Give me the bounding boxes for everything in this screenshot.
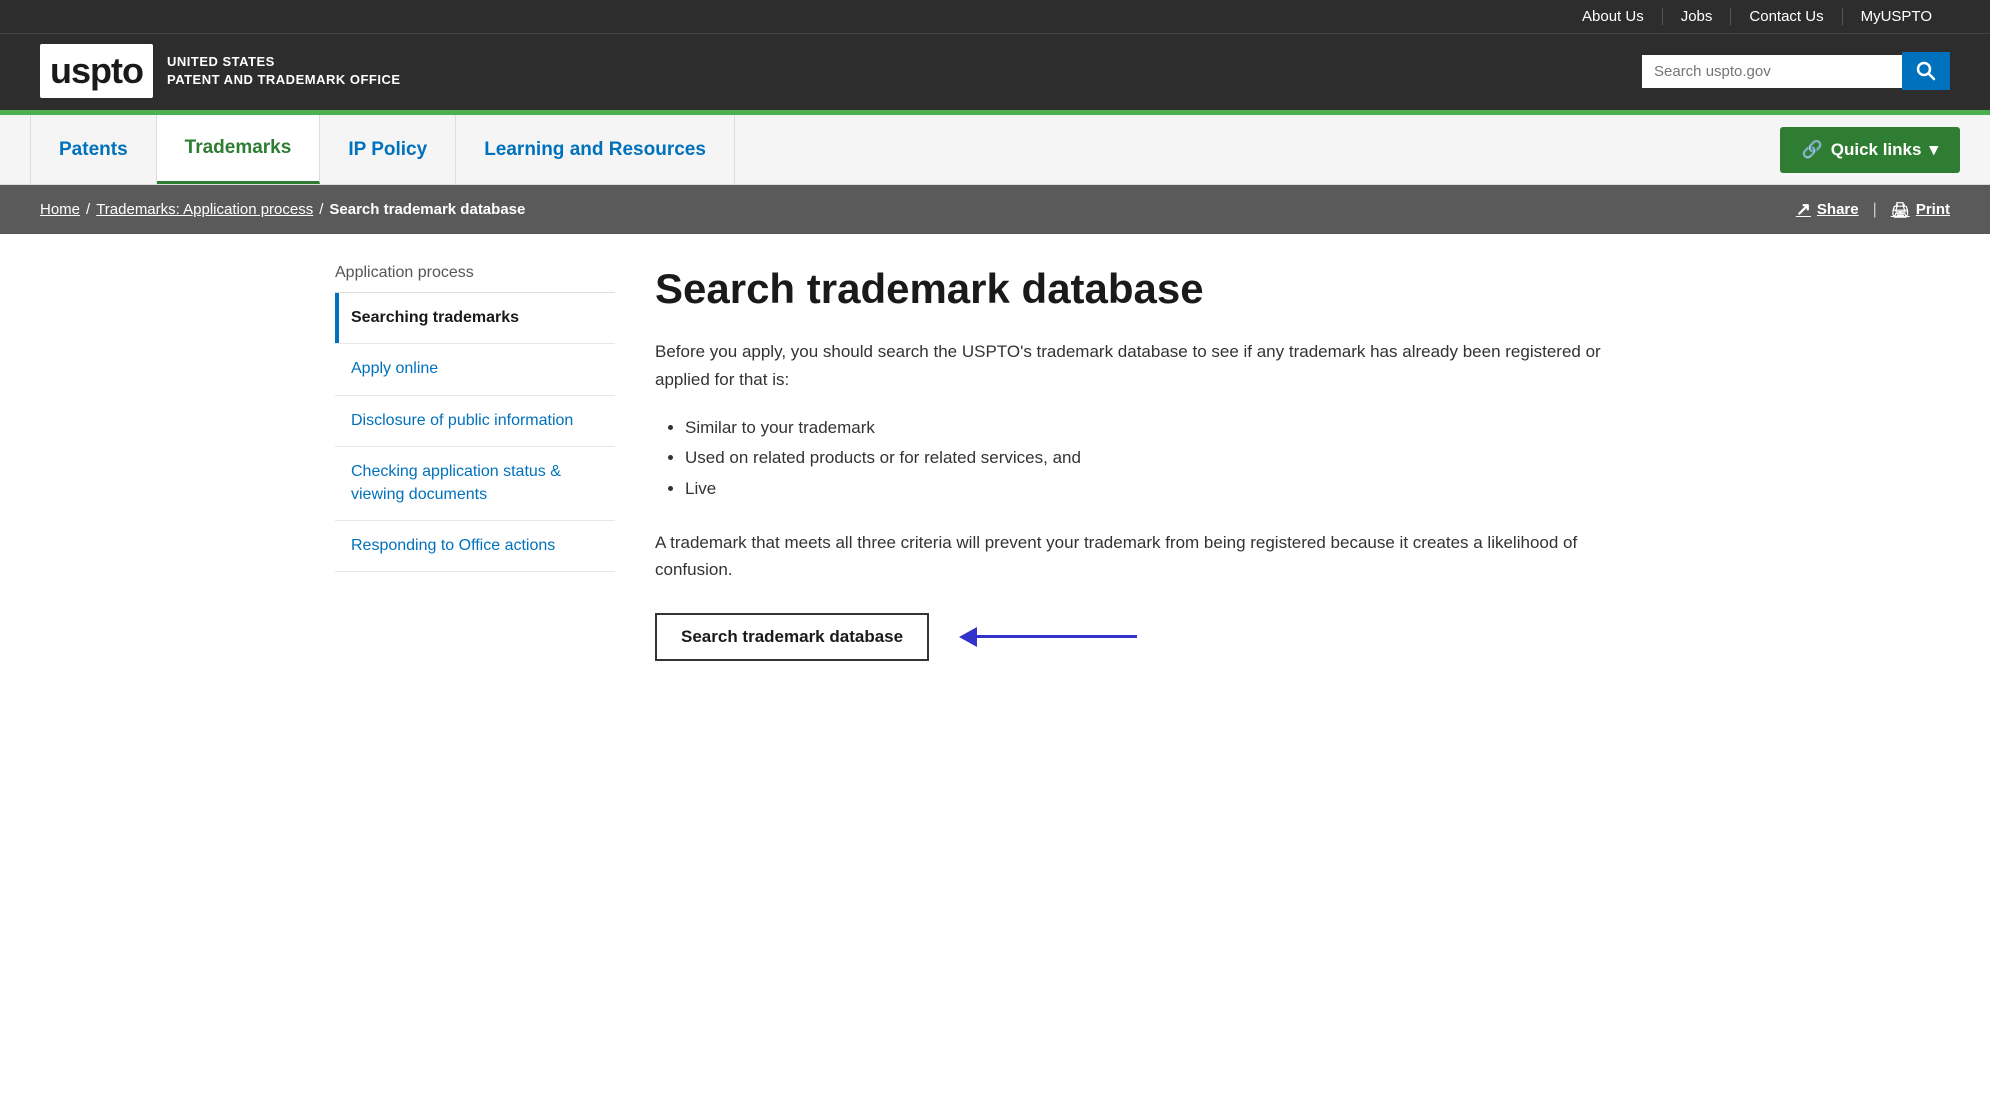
sidebar-item-disclosure[interactable]: Disclosure of public information [335,396,615,447]
search-input[interactable] [1642,55,1902,88]
search-db-area: Search trademark database [655,613,1655,661]
sidebar-item-checking-status[interactable]: Checking application status & viewing do… [335,447,615,521]
sidebar-link-searching-trademarks[interactable]: Searching trademarks [335,293,615,343]
arrow-indicator [959,627,1137,647]
criteria-list: Similar to your trademark Used on relate… [655,413,1655,505]
content-wrapper: Application process Searching trademarks… [295,234,1695,691]
logo-tagline: UNITED STATES PATENT AND TRADEMARK OFFIC… [167,53,401,89]
sidebar-link-office-actions[interactable]: Responding to Office actions [335,521,615,571]
site-header: uspto UNITED STATES PATENT AND TRADEMARK… [0,33,1990,110]
sidebar-nav: Searching trademarks Apply online Disclo… [335,292,615,572]
quick-links-button[interactable]: 🔗 Quick links ▾ [1780,127,1960,173]
sidebar-item-office-actions[interactable]: Responding to Office actions [335,521,615,572]
criteria-item-1: Similar to your trademark [685,413,1655,444]
link-icon: 🔗 [1802,140,1823,160]
sidebar: Application process Searching trademarks… [335,264,615,661]
chevron-down-icon: ▾ [1929,140,1938,160]
page-title: Search trademark database [655,264,1655,314]
sidebar-link-apply-online[interactable]: Apply online [335,344,615,394]
sidebar-item-apply-online[interactable]: Apply online [335,344,615,395]
search-db-button[interactable]: Search trademark database [655,613,929,661]
nav-trademarks[interactable]: Trademarks [157,115,321,184]
breadcrumb-current: Search trademark database [329,201,525,218]
breadcrumb-actions: ↗ Share | 🖨 Print [1796,199,1950,220]
action-separator: | [1873,201,1877,219]
utility-bar: About Us Jobs Contact Us MyUSPTO [0,0,1990,33]
conclusion-text: A trademark that meets all three criteri… [655,529,1655,583]
nav-ip-policy[interactable]: IP Policy [320,115,456,184]
nav-patents[interactable]: Patents [30,115,157,184]
logo-area: uspto UNITED STATES PATENT AND TRADEMARK… [40,44,401,98]
share-button[interactable]: ↗ Share [1796,199,1859,220]
sidebar-link-checking-status[interactable]: Checking application status & viewing do… [335,447,615,520]
sidebar-link-disclosure[interactable]: Disclosure of public information [335,396,615,446]
criteria-item-2: Used on related products or for related … [685,443,1655,474]
breadcrumb: Home / Trademarks: Application process /… [40,201,525,218]
sidebar-title: Application process [335,264,615,282]
search-icon [1916,61,1936,81]
breadcrumb-parent[interactable]: Trademarks: Application process [96,201,313,218]
arrow-line [977,635,1137,638]
header-search [1642,52,1950,90]
share-icon: ↗ [1796,199,1811,220]
jobs-link[interactable]: Jobs [1663,8,1732,25]
intro-text: Before you apply, you should search the … [655,338,1655,392]
breadcrumb-sep-1: / [86,201,90,218]
main-content: Search trademark database Before you app… [655,264,1655,661]
sidebar-item-searching-trademarks[interactable]: Searching trademarks [335,293,615,344]
search-button[interactable] [1902,52,1950,90]
about-us-link[interactable]: About Us [1564,8,1663,25]
breadcrumb-home[interactable]: Home [40,201,80,218]
print-icon: 🖨 [1891,201,1910,219]
nav-learning-resources[interactable]: Learning and Resources [456,115,735,184]
arrow-head [959,627,977,647]
breadcrumb-bar: Home / Trademarks: Application process /… [0,185,1990,234]
print-button[interactable]: 🖨 Print [1891,201,1950,219]
main-nav: Patents Trademarks IP Policy Learning an… [0,115,1990,185]
criteria-item-3: Live [685,474,1655,505]
logo-box: uspto [40,44,153,98]
myuspto-link[interactable]: MyUSPTO [1843,8,1950,25]
logo-text: uspto [50,50,143,91]
contact-us-link[interactable]: Contact Us [1731,8,1842,25]
quick-links-label: Quick links [1831,140,1922,160]
breadcrumb-sep-2: / [319,201,323,218]
